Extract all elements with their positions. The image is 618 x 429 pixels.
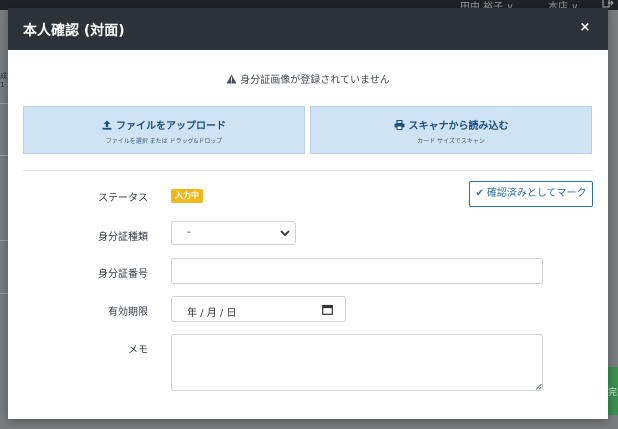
background-divider [0, 293, 8, 294]
background-divider [0, 103, 8, 104]
background-divider [0, 240, 8, 241]
section-divider [23, 170, 593, 171]
upload-file-button[interactable]: ファイルをアップロード ファイルを選択 または ドラッグ&ドロップ [23, 106, 305, 154]
background-divider [0, 155, 8, 156]
memo-textarea[interactable] [171, 334, 543, 391]
print-icon [394, 119, 404, 130]
upload-button-label-row: ファイルをアップロード [24, 117, 304, 132]
background-left-text: 成 [0, 72, 7, 80]
upload-button-sublabel: ファイルを選択 または ドラッグ&ドロップ [105, 138, 223, 145]
background-complete-label: 完 [608, 388, 618, 398]
warning-icon [226, 74, 237, 84]
id-number-input[interactable] [171, 258, 543, 284]
scan-button-label-row: スキャナから読み込む [311, 117, 591, 132]
expiry-date-input[interactable]: 年 / 月 / 日 [171, 296, 346, 322]
no-id-image-notice: 身分証画像が登録されていません [8, 71, 608, 86]
scan-button-label: スキャナから読み込む [408, 121, 509, 132]
mark-as-verified-button[interactable]: ✔ 確認済みとしてマーク [469, 181, 593, 207]
status-badge: 入力中 [171, 189, 203, 203]
mark-as-verified-label: 確認済みとしてマーク [486, 188, 587, 199]
modal-title: 本人確認 (対面) [23, 23, 125, 39]
logout-icon [602, 0, 614, 8]
id-type-select[interactable]: - [171, 221, 296, 245]
calendar-icon[interactable] [322, 304, 333, 315]
notice-text: 身分証画像が登録されていません [240, 75, 390, 86]
memo-label: メモ [128, 345, 148, 356]
upload-button-label: ファイルをアップロード [116, 121, 226, 132]
expiry-date-value: 年 / 月 / 日 [187, 308, 237, 319]
upload-icon [102, 120, 112, 130]
modal-header: 本人確認 (対面) × [8, 8, 608, 50]
id-type-label: 身分証種類 [98, 232, 148, 243]
close-button[interactable]: × [575, 18, 595, 38]
chevron-down-icon [280, 230, 290, 237]
scan-from-scanner-button[interactable]: スキャナから読み込む カード サイズでスキャン [310, 106, 592, 154]
check-icon: ✔ [475, 188, 484, 199]
scan-button-sublabel: カード サイズでスキャン [417, 138, 485, 145]
resize-handle-icon[interactable] [535, 383, 542, 390]
expiry-date-label: 有効期限 [108, 307, 148, 318]
background-left-text: 1 [0, 81, 5, 89]
id-type-selected-value: - [187, 227, 191, 238]
identity-verification-modal: 本人確認 (対面) × 身分証画像が登録されていません ファイルをアップロード … [8, 8, 608, 419]
id-number-label: 身分証番号 [98, 269, 148, 280]
status-label: ステータス [98, 193, 148, 204]
